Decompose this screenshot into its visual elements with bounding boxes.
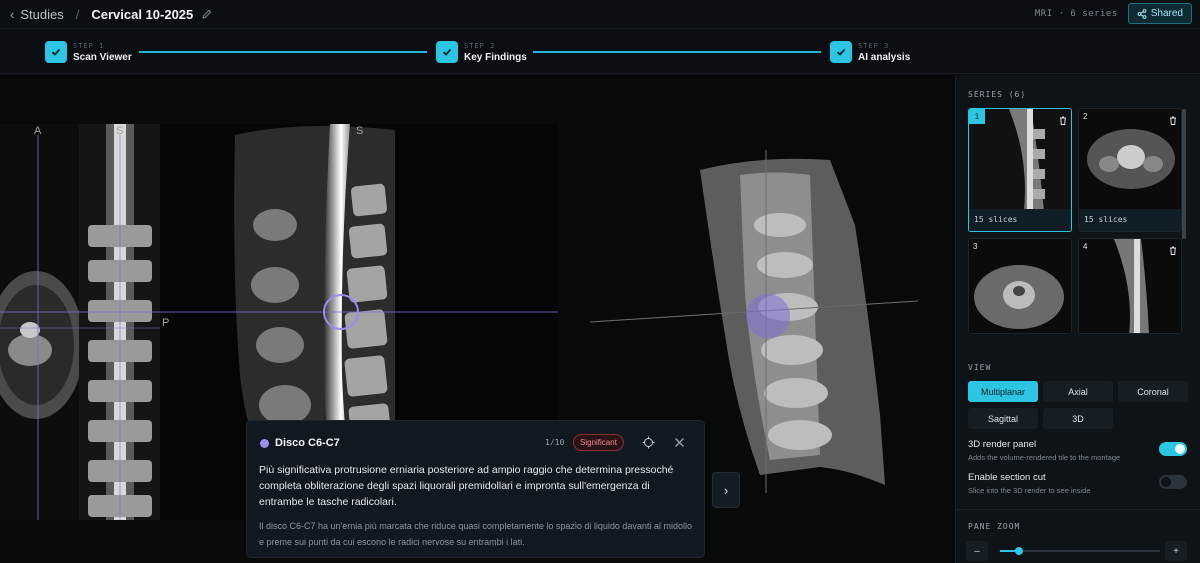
pencil-icon[interactable] xyxy=(201,8,213,20)
zoom-slider-handle[interactable] xyxy=(1015,547,1024,555)
zoom-out-button[interactable]: – xyxy=(966,541,988,561)
section-cut-desc: Slice into the 3D render to see inside xyxy=(968,486,1091,495)
chevron-left-icon[interactable]: ‹ xyxy=(10,7,14,22)
side-panel: SERIES (6) 1 15 slices 2 15 slices 3 4 V… xyxy=(955,75,1200,563)
series-number: 4 xyxy=(1083,242,1088,251)
step-key-findings[interactable]: STEP 2 Key Findings xyxy=(436,41,527,63)
step-number: STEP 2 xyxy=(464,42,496,50)
step-bar: STEP 1 Scan Viewer STEP 2 Key Findings STE… xyxy=(0,28,1200,74)
zoom-in-button[interactable]: + xyxy=(1165,541,1187,561)
step-number: STEP 1 xyxy=(73,42,105,50)
check-icon xyxy=(830,41,852,63)
zoom-slider[interactable] xyxy=(1000,547,1160,555)
series-thumbnail xyxy=(1079,239,1181,333)
view-3d-button[interactable]: 3D xyxy=(1043,408,1113,429)
step-connector xyxy=(139,51,427,53)
series-thumbnail xyxy=(969,109,1071,211)
step-ai-analysis[interactable]: STEP 3 AI analysis xyxy=(830,41,910,63)
axial-anatomy xyxy=(8,334,52,366)
severity-badge: Significant xyxy=(573,434,624,451)
finding-plain-explanation: Il disco C6-C7 ha un'ernia più marcata c… xyxy=(259,521,692,547)
trash-icon[interactable] xyxy=(1169,246,1177,255)
view-multiplanar-button[interactable]: Multiplanar xyxy=(968,381,1038,402)
step-label: AI analysis xyxy=(858,52,911,63)
top-bar: ‹ Studies / Cervical 10-2025 MRI · 6 ser… xyxy=(0,0,1200,28)
pane-zoom-title: PANE ZOOM xyxy=(968,522,1021,531)
finding-description: Più significativa protrusione erniaria p… xyxy=(259,464,674,508)
finding-color-dot xyxy=(260,439,269,448)
divider xyxy=(956,509,1200,510)
shared-label: Shared xyxy=(1150,8,1183,19)
view-title: VIEW xyxy=(968,363,992,372)
render-panel-desc: Adds the volume-rendered tile to the mon… xyxy=(968,453,1121,462)
series-number: 2 xyxy=(1083,112,1088,121)
orientation-label-s: S xyxy=(356,125,363,137)
step-scan-viewer[interactable]: STEP 1 Scan Viewer xyxy=(45,41,132,63)
section-cut-toggle[interactable] xyxy=(1159,475,1187,489)
toggle-knob xyxy=(1161,477,1171,487)
view-coronal-button[interactable]: Coronal xyxy=(1118,381,1188,402)
step-label: Scan Viewer xyxy=(73,52,132,63)
series-tile-3[interactable]: 3 xyxy=(968,238,1072,334)
step-label: Key Findings xyxy=(464,52,527,63)
series-tile-4[interactable]: 4 xyxy=(1078,238,1182,334)
finding-card: Disco C6-C7 1/10 Significant Più signifi… xyxy=(246,420,705,558)
breadcrumb-studies[interactable]: Studies xyxy=(20,7,63,22)
render-panel-label: 3D render panel xyxy=(968,439,1037,450)
series-thumbnail xyxy=(969,239,1071,333)
finding-title: Disco C6-C7 xyxy=(275,437,340,449)
orientation-label-p: P xyxy=(162,317,169,329)
locate-icon[interactable] xyxy=(642,436,655,449)
axial-anatomy xyxy=(20,322,40,338)
finding-marker-3d[interactable] xyxy=(746,294,790,338)
series-caption: 15 slices xyxy=(969,209,1071,231)
chevron-right-icon: › xyxy=(723,482,729,498)
series-tile-2[interactable]: 2 15 slices xyxy=(1078,108,1182,232)
render-panel-toggle[interactable] xyxy=(1159,442,1187,456)
trash-icon[interactable] xyxy=(1059,116,1067,125)
series-caption: 15 slices xyxy=(1079,209,1181,231)
series-number: 1 xyxy=(969,109,985,124)
series-number: 3 xyxy=(973,242,978,251)
series-thumbnail xyxy=(1079,109,1181,211)
series-scrollbar[interactable] xyxy=(1182,109,1186,239)
orientation-label-a: A xyxy=(34,125,42,137)
step-number: STEP 3 xyxy=(858,42,890,50)
share-icon xyxy=(1137,8,1147,19)
close-icon[interactable] xyxy=(674,437,685,448)
toggle-knob xyxy=(1175,444,1185,454)
trash-icon[interactable] xyxy=(1169,116,1177,125)
study-title: Cervical 10-2025 xyxy=(91,6,194,22)
view-sagittal-button[interactable]: Sagittal xyxy=(968,408,1038,429)
next-finding-button[interactable]: › xyxy=(712,472,740,508)
breadcrumb-separator: / xyxy=(75,6,80,22)
shared-button[interactable]: Shared xyxy=(1127,3,1192,24)
check-icon xyxy=(436,41,458,63)
check-icon xyxy=(45,41,67,63)
step-connector xyxy=(533,51,821,53)
series-title: SERIES (6) xyxy=(968,90,1027,99)
orientation-label-s: S xyxy=(116,125,123,137)
section-cut-label: Enable section cut xyxy=(968,472,1046,483)
series-tile-1[interactable]: 1 15 slices xyxy=(968,108,1072,232)
finding-counter: 1/10 xyxy=(545,438,565,447)
view-axial-button[interactable]: Axial xyxy=(1043,381,1113,402)
study-meta: MRI · 6 series xyxy=(1034,8,1118,19)
